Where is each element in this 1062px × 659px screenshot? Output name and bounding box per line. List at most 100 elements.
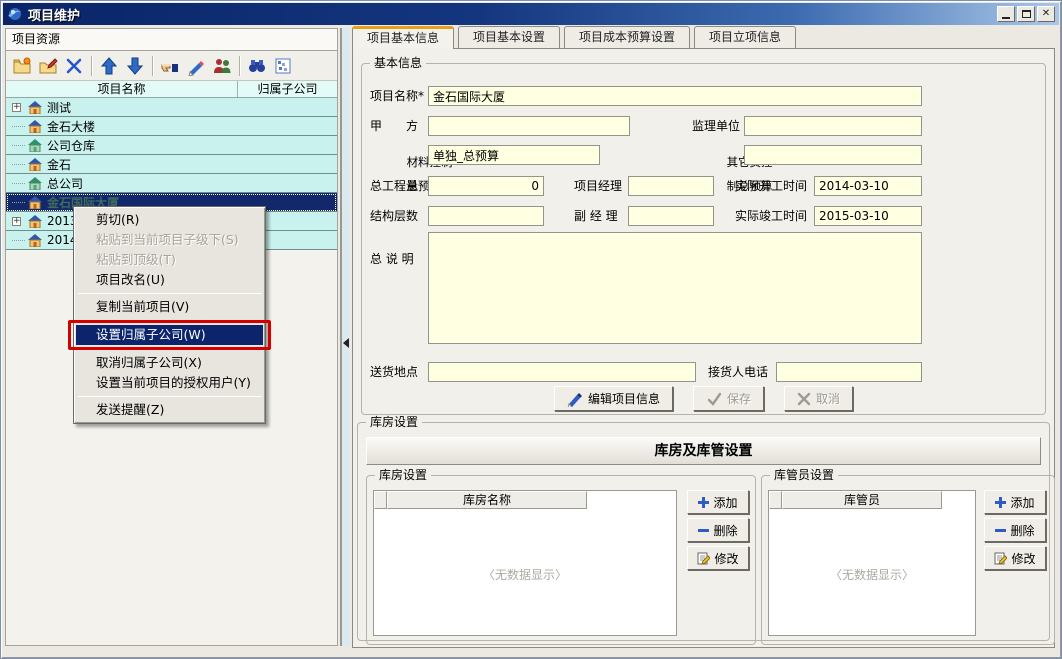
total-quantity-input[interactable] — [428, 176, 544, 196]
receiver-phone-input[interactable] — [776, 362, 922, 382]
context-menu: 剪切(R) 粘贴到当前项目子级下(S) 粘贴到顶级(T) 项目改名(U) 复制当… — [73, 206, 266, 424]
menu-item-cut[interactable]: 剪切(R) — [76, 210, 263, 230]
edit-project-folder-icon[interactable] — [36, 54, 60, 78]
menu-item-rename[interactable]: 项目改名(U) — [76, 270, 263, 290]
tree-item[interactable]: 金石 — [6, 155, 337, 174]
supervisor-input[interactable] — [744, 116, 922, 136]
keeper-modify-button[interactable]: 修改 — [984, 546, 1046, 570]
structure-layers-label: 结构层数 — [370, 209, 418, 223]
basic-info-group-title: 基本信息 — [370, 56, 426, 70]
close-button[interactable]: ✕ — [1037, 6, 1055, 22]
warehouse-keeper-subgroup: 库管员设置 库管员 〈无数据显示〉 添加 删除 — [761, 475, 1055, 645]
expand-icon[interactable]: + — [12, 217, 21, 226]
cancel-button[interactable]: 取消 — [784, 386, 853, 411]
app-window: 项目维护 ✕ 项目资源 — [0, 0, 1062, 659]
summary-label: 总 说 明 — [370, 252, 414, 266]
tree-column-headers: 项目名称 归属子公司 — [6, 81, 337, 98]
warehouse-group: 库房设置 库房及库管设置 库房设置 库房名称 〈无数据显示〉 添加 — [357, 422, 1050, 641]
menu-item-send-reminder[interactable]: 发送提醒(Z) — [76, 400, 263, 420]
menu-item-copy-current[interactable]: 复制当前项目(V) — [76, 297, 263, 317]
delivery-address-input[interactable] — [428, 362, 696, 382]
structure-layers-input[interactable] — [428, 206, 544, 226]
warehouse-group-title: 库房设置 — [366, 415, 422, 429]
toolbar-separator — [91, 56, 92, 76]
view-grid-icon[interactable] — [271, 54, 295, 78]
house-icon — [28, 196, 42, 209]
search-binoculars-icon[interactable] — [245, 54, 269, 78]
menu-item-set-authorized-users[interactable]: 设置当前项目的授权用户(Y) — [76, 373, 263, 393]
collapse-panel-icon[interactable] — [343, 338, 349, 348]
warehouse-settings-subgroup: 库房设置 库房名称 〈无数据显示〉 添加 删除 — [366, 475, 756, 645]
no-data-text: 〈无数据显示〉 — [374, 566, 676, 583]
menu-separator — [78, 396, 261, 397]
move-down-icon[interactable] — [123, 54, 147, 78]
warehouse-panel-title: 库房及库管设置 — [366, 437, 1041, 465]
main-panel: 项目基本信息 项目基本设置 项目成本预算设置 项目立项信息 基本信息 项目名称*… — [352, 26, 1055, 648]
plus-icon — [698, 497, 709, 508]
warehouse-keeper-title: 库管员设置 — [770, 468, 838, 482]
project-manager-input[interactable] — [628, 176, 714, 196]
keeper-add-button[interactable]: 添加 — [984, 490, 1046, 514]
party-a-input[interactable] — [428, 116, 630, 136]
window-title: 项目维护 — [28, 5, 80, 24]
tab-project-initiation-info[interactable]: 项目立项信息 — [694, 26, 796, 49]
save-button[interactable]: 保存 — [693, 386, 764, 411]
warehouse-name-column-header[interactable]: 库房名称 — [387, 491, 587, 509]
tree-item[interactable]: 金石大楼 — [6, 117, 337, 136]
toolbar-separator — [239, 56, 240, 76]
tree-item[interactable]: + 测试 — [6, 98, 337, 117]
maximize-button[interactable] — [1017, 6, 1035, 22]
column-header-project-name[interactable]: 项目名称 — [6, 81, 238, 97]
expand-icon[interactable]: + — [12, 103, 21, 112]
basic-info-group: 基本信息 项目名称* 甲 方 监理单位 材料控制 总预算 其它费控 制总预算 总… — [361, 63, 1046, 415]
panel-caption: 项目资源 — [6, 29, 337, 51]
warehouse-modify-button[interactable]: 修改 — [687, 546, 749, 570]
title-bar: 项目维护 ✕ — [3, 3, 1059, 25]
users-icon[interactable] — [210, 54, 234, 78]
row-indicator-header — [374, 491, 387, 509]
assign-hand-icon[interactable] — [158, 54, 182, 78]
row-indicator-header — [769, 491, 782, 509]
house-icon — [28, 101, 42, 114]
delivery-address-label: 送货地点 — [370, 365, 418, 379]
minus-icon — [698, 525, 709, 536]
keeper-column-header[interactable]: 库管员 — [782, 491, 942, 509]
tab-project-basic-info[interactable]: 项目基本信息 — [352, 26, 454, 49]
new-project-folder-icon[interactable] — [10, 54, 34, 78]
edit-pencil-icon[interactable] — [184, 54, 208, 78]
no-data-text: 〈无数据显示〉 — [769, 566, 975, 583]
house-green-icon — [28, 139, 42, 152]
other-budget-input[interactable] — [744, 145, 922, 165]
actual-start-date-label: 实际开工时间 — [735, 179, 807, 193]
minimize-button[interactable] — [997, 6, 1015, 22]
project-name-input[interactable] — [428, 86, 922, 106]
move-up-icon[interactable] — [97, 54, 121, 78]
actual-finish-date-label: 实际竣工时间 — [735, 209, 807, 223]
tree-item[interactable]: 总公司 — [6, 174, 337, 193]
deputy-manager-input[interactable] — [628, 206, 714, 226]
menu-item-paste-to-top: 粘贴到顶级(T) — [76, 250, 263, 270]
tab-project-cost-budget-settings[interactable]: 项目成本预算设置 — [564, 26, 690, 49]
warehouse-table[interactable]: 库房名称 〈无数据显示〉 — [373, 490, 677, 636]
delete-icon[interactable] — [62, 54, 86, 78]
tab-project-basic-settings[interactable]: 项目基本设置 — [458, 26, 560, 49]
app-logo-icon — [7, 6, 23, 22]
actual-start-date-input[interactable] — [814, 176, 922, 196]
menu-item-set-subsidiary[interactable]: 设置归属子公司(W) — [76, 325, 263, 345]
edit-project-info-button[interactable]: 编辑项目信息 — [554, 386, 673, 411]
x-icon — [797, 392, 811, 406]
warehouse-keeper-table[interactable]: 库管员 〈无数据显示〉 — [768, 490, 976, 636]
material-budget-input[interactable] — [428, 145, 600, 165]
summary-textarea[interactable] — [428, 232, 922, 344]
project-name-label: 项目名称* — [370, 89, 424, 103]
menu-item-cancel-subsidiary[interactable]: 取消归属子公司(X) — [76, 353, 263, 373]
party-a-label: 甲 方 — [370, 119, 418, 133]
actual-finish-date-input[interactable] — [814, 206, 922, 226]
house-icon — [28, 158, 42, 171]
panel-splitter[interactable] — [340, 28, 350, 646]
warehouse-add-button[interactable]: 添加 — [687, 490, 749, 514]
tree-item[interactable]: 公司仓库 — [6, 136, 337, 155]
column-header-subsidiary[interactable]: 归属子公司 — [238, 81, 337, 97]
warehouse-delete-button[interactable]: 删除 — [687, 518, 749, 542]
keeper-delete-button[interactable]: 删除 — [984, 518, 1046, 542]
